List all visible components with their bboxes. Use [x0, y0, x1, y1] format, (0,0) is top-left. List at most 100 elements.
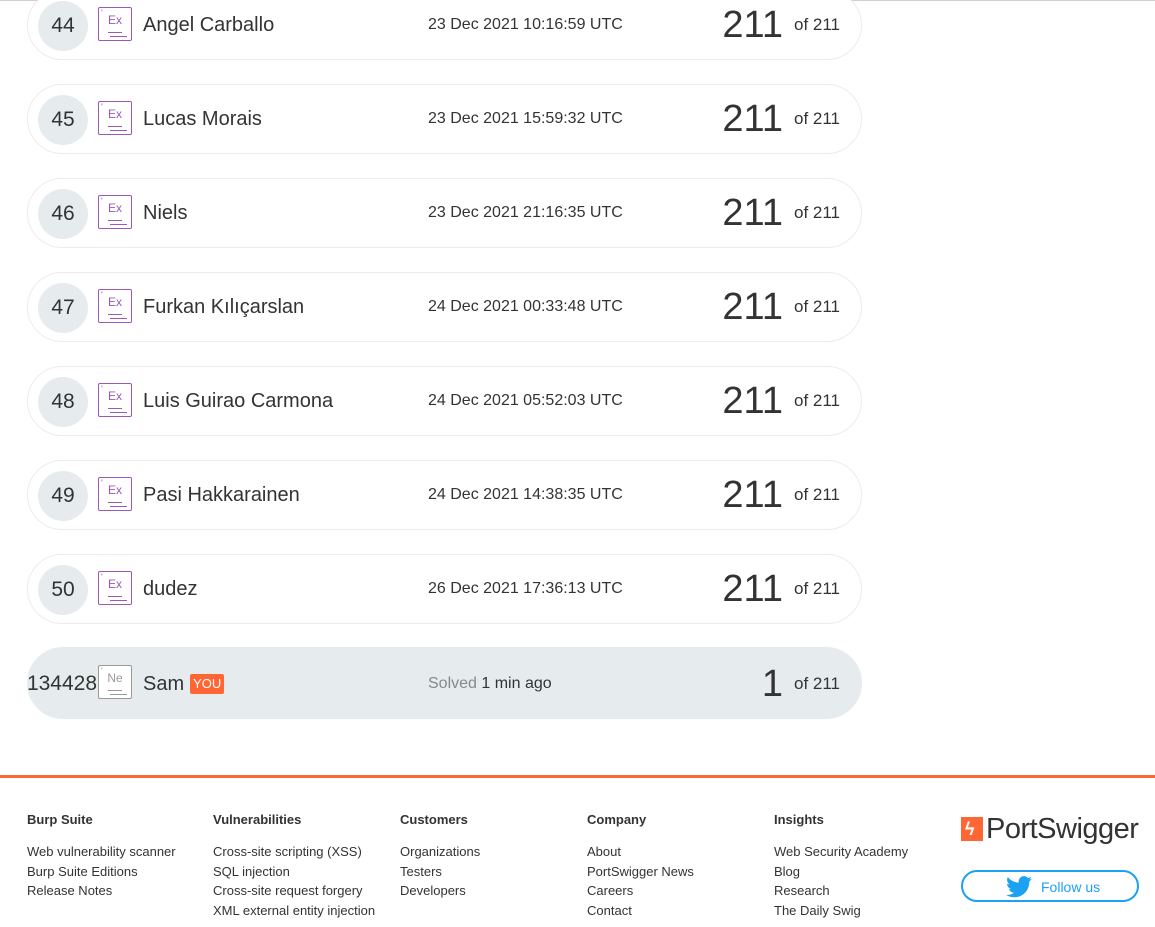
footer-column-burp-suite: Burp Suite Web vulnerability scanner Bur… [27, 812, 207, 901]
level-label: Ex [107, 577, 122, 591]
rank-number: 46 [38, 189, 88, 239]
level-label: Ex [107, 13, 122, 27]
rank-number: 48 [38, 377, 88, 427]
footer-link[interactable]: Careers [587, 881, 767, 901]
level-label: Ex [107, 107, 122, 121]
user-name: Lucas Morais [143, 108, 262, 130]
score-value: 211 [722, 474, 783, 516]
portswigger-logo-icon: ϟ [961, 817, 983, 841]
user-name-text: Sam [143, 673, 185, 695]
user-name: dudez [143, 578, 198, 600]
level-badge-icon: ' Ex [98, 7, 132, 41]
solved-time: 1 min ago [481, 675, 552, 692]
footer-heading: Vulnerabilities [213, 812, 302, 827]
footer-link[interactable]: Testers [400, 862, 580, 882]
score-total: of 211 [794, 203, 841, 222]
completion-date: 23 Dec 2021 21:16:35 UTC [428, 204, 623, 221]
footer-link[interactable]: The Daily Swig [774, 901, 954, 921]
completion-date: 24 Dec 2021 14:38:35 UTC [428, 486, 623, 503]
footer-column-customers: Customers Organizations Testers Develope… [400, 812, 580, 901]
leaderboard-row: 47 ' Ex Furkan Kılıçarslan 24 Dec 2021 00… [27, 272, 862, 342]
footer-link[interactable]: Organizations [400, 842, 580, 862]
footer-link[interactable]: Release Notes [27, 881, 207, 901]
rank-number: 44 [38, 1, 88, 51]
level-badge-icon: ' Ex [98, 195, 132, 229]
score-total: of 211 [794, 674, 841, 693]
level-label: Ex [107, 483, 122, 497]
footer-link[interactable]: Web Security Academy [774, 842, 954, 862]
user-name: Luis Guirao Carmona [143, 390, 334, 412]
footer-column-company: Company About PortSwigger News Careers C… [587, 812, 767, 920]
leaderboard-row: 46 ' Ex Niels 23 Dec 2021 21:16:35 UTC 21… [27, 178, 862, 248]
leaderboard-row: 49 ' Ex Pasi Hakkarainen 24 Dec 2021 14:3… [27, 460, 862, 530]
score-value: 211 [722, 568, 783, 610]
score-value: 1 [761, 663, 783, 705]
completion-date: 24 Dec 2021 05:52:03 UTC [428, 392, 623, 409]
completion-date: 24 Dec 2021 00:33:48 UTC [428, 298, 623, 315]
score-total: of 211 [794, 485, 841, 504]
footer-link[interactable]: Research [774, 881, 954, 901]
footer-column-vulnerabilities: Vulnerabilities Cross-site scripting (XS… [213, 812, 393, 920]
footer-link[interactable]: Blog [774, 862, 954, 882]
score-value: 211 [722, 286, 783, 328]
site-footer: Burp Suite Web vulnerability scanner Bur… [0, 778, 1155, 927]
current-user-row: 134428 ' Ne Sam YOU Solved 1 min ago 1 of … [27, 647, 862, 719]
footer-link[interactable]: XML external entity injection [213, 901, 393, 921]
you-badge: YOU [190, 674, 225, 694]
footer-column-insights: Insights Web Security Academy Blog Resea… [774, 812, 954, 920]
score-value: 211 [722, 380, 783, 422]
level-badge-icon: ' Ex [98, 571, 132, 605]
footer-link[interactable]: Contact [587, 901, 767, 921]
footer-heading: Company [587, 812, 647, 827]
score-total: of 211 [794, 15, 841, 34]
solved-label: Solved [428, 675, 477, 692]
footer-link[interactable]: Cross-site request forgery [213, 881, 393, 901]
completion-date: 23 Dec 2021 15:59:32 UTC [428, 110, 623, 127]
user-name: Niels [143, 202, 188, 224]
follow-us-button[interactable]: Follow us [961, 870, 1139, 902]
footer-link[interactable]: PortSwigger News [587, 862, 767, 882]
completion-date: 26 Dec 2021 17:36:13 UTC [428, 580, 623, 597]
logo-text: PortSwigger [986, 813, 1139, 845]
leaderboard-row: 48 ' Ex Luis Guirao Carmona 24 Dec 2021 0… [27, 366, 862, 436]
level-badge-icon: ' Ex [98, 289, 132, 323]
score-value: 211 [722, 4, 783, 46]
user-name: Pasi Hakkarainen [143, 484, 300, 506]
user-name: Angel Carballo [143, 14, 275, 36]
footer-link[interactable]: Web vulnerability scanner [27, 842, 207, 862]
completion-date: 23 Dec 2021 10:16:59 UTC [428, 16, 623, 33]
rank-number: 50 [38, 565, 88, 615]
score-total: of 211 [794, 391, 841, 410]
footer-heading: Customers [400, 812, 468, 827]
score-total: of 211 [794, 109, 841, 128]
leaderboard-row: 45 ' Ex Lucas Morais 23 Dec 2021 15:59:32… [27, 84, 862, 154]
level-label: Ne [107, 671, 123, 685]
footer-link[interactable]: About [587, 842, 767, 862]
twitter-icon [1006, 876, 1032, 898]
level-label: Ex [107, 295, 122, 309]
footer-heading: Insights [774, 812, 824, 827]
level-badge-icon: ' Ex [98, 101, 132, 135]
footer-link[interactable]: Burp Suite Editions [27, 862, 207, 882]
level-label: Ex [107, 389, 122, 403]
level-badge-icon: ' Ne [98, 665, 132, 699]
rank-number: 45 [38, 95, 88, 145]
level-badge-icon: ' Ex [98, 477, 132, 511]
level-badge-icon: ' Ex [98, 383, 132, 417]
rank-number: 49 [38, 471, 88, 521]
level-label: Ex [107, 201, 122, 215]
follow-us-label: Follow us [1041, 879, 1101, 895]
score-value: 211 [722, 192, 783, 234]
footer-link[interactable]: SQL injection [213, 862, 393, 882]
leaderboard-row: 44 ' Ex Angel Carballo 23 Dec 2021 10:16:… [27, 0, 862, 60]
user-name: Furkan Kılıçarslan [143, 296, 305, 318]
rank-number: 47 [38, 283, 88, 333]
footer-link[interactable]: Developers [400, 881, 580, 901]
score-value: 211 [722, 98, 783, 140]
score-total: of 211 [794, 579, 841, 598]
leaderboard-row: 50 ' Ex dudez 26 Dec 2021 17:36:13 UTC 21… [27, 554, 862, 624]
solved-status: Solved 1 min ago [428, 674, 552, 694]
user-name: Sam YOU [143, 672, 225, 696]
footer-link[interactable]: Cross-site scripting (XSS) [213, 842, 393, 862]
score-total: of 211 [794, 297, 841, 316]
